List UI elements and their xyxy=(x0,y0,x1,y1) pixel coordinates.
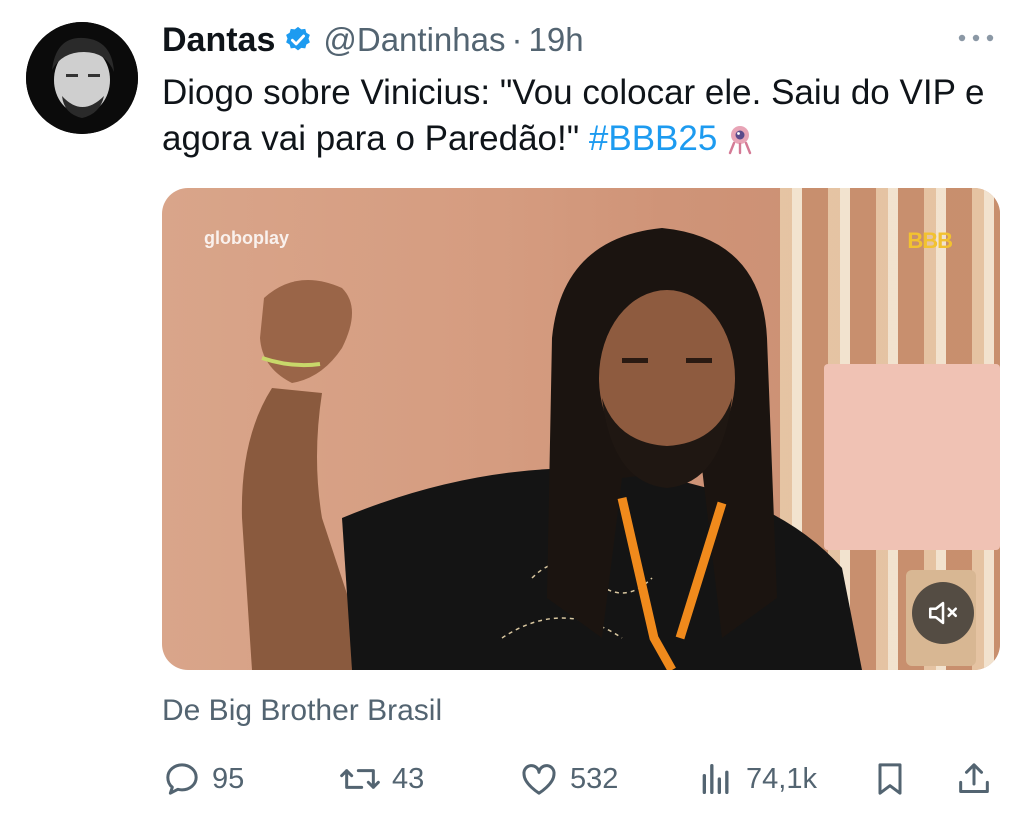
retweet-button[interactable]: 43 xyxy=(338,752,424,806)
more-icon[interactable] xyxy=(954,26,998,50)
bbb-camera-emoji-icon xyxy=(723,122,757,156)
bookmark-icon xyxy=(878,763,902,795)
separator-dot: · xyxy=(511,21,523,58)
reply-icon xyxy=(166,763,198,795)
views-count: 74,1k xyxy=(746,762,817,795)
avatar[interactable] xyxy=(26,22,138,134)
like-count: 532 xyxy=(570,762,619,795)
tweet-body: Diogo sobre Vinicius: "Vou colocar ele. … xyxy=(162,73,985,158)
retweet-count: 43 xyxy=(392,762,425,795)
reply-button[interactable]: 95 xyxy=(162,752,244,806)
tweet-header: Dantas @Dantinhas · 19h xyxy=(162,18,1004,62)
views-icon xyxy=(702,764,729,794)
media-source[interactable]: De Big Brother Brasil xyxy=(162,694,442,728)
mute-icon xyxy=(928,601,958,625)
verified-badge-icon xyxy=(283,25,313,55)
like-button[interactable]: 532 xyxy=(518,752,618,806)
author-handle[interactable]: @Dantinhas xyxy=(323,21,505,59)
video-media[interactable]: globoplay BBB xyxy=(162,188,1000,670)
reply-count: 95 xyxy=(212,762,245,795)
like-icon xyxy=(522,764,556,795)
mute-button[interactable] xyxy=(912,582,974,644)
action-bar: 95 43 532 74,1k xyxy=(162,752,998,806)
globoplay-watermark: globoplay xyxy=(204,228,289,248)
share-icon xyxy=(959,763,989,793)
author-name[interactable]: Dantas xyxy=(162,21,275,60)
tweet-text: Diogo sobre Vinicius: "Vou colocar ele. … xyxy=(162,70,1002,162)
retweet-icon xyxy=(340,769,380,789)
bookmark-button[interactable] xyxy=(870,752,920,806)
share-button[interactable] xyxy=(954,752,1004,806)
views-button[interactable]: 74,1k xyxy=(696,752,817,806)
person-figure xyxy=(241,228,862,670)
hashtag-link[interactable]: #BBB25 xyxy=(589,119,717,158)
tweet-time[interactable]: 19h xyxy=(528,21,583,59)
bbb-logo: BBB xyxy=(907,228,953,253)
